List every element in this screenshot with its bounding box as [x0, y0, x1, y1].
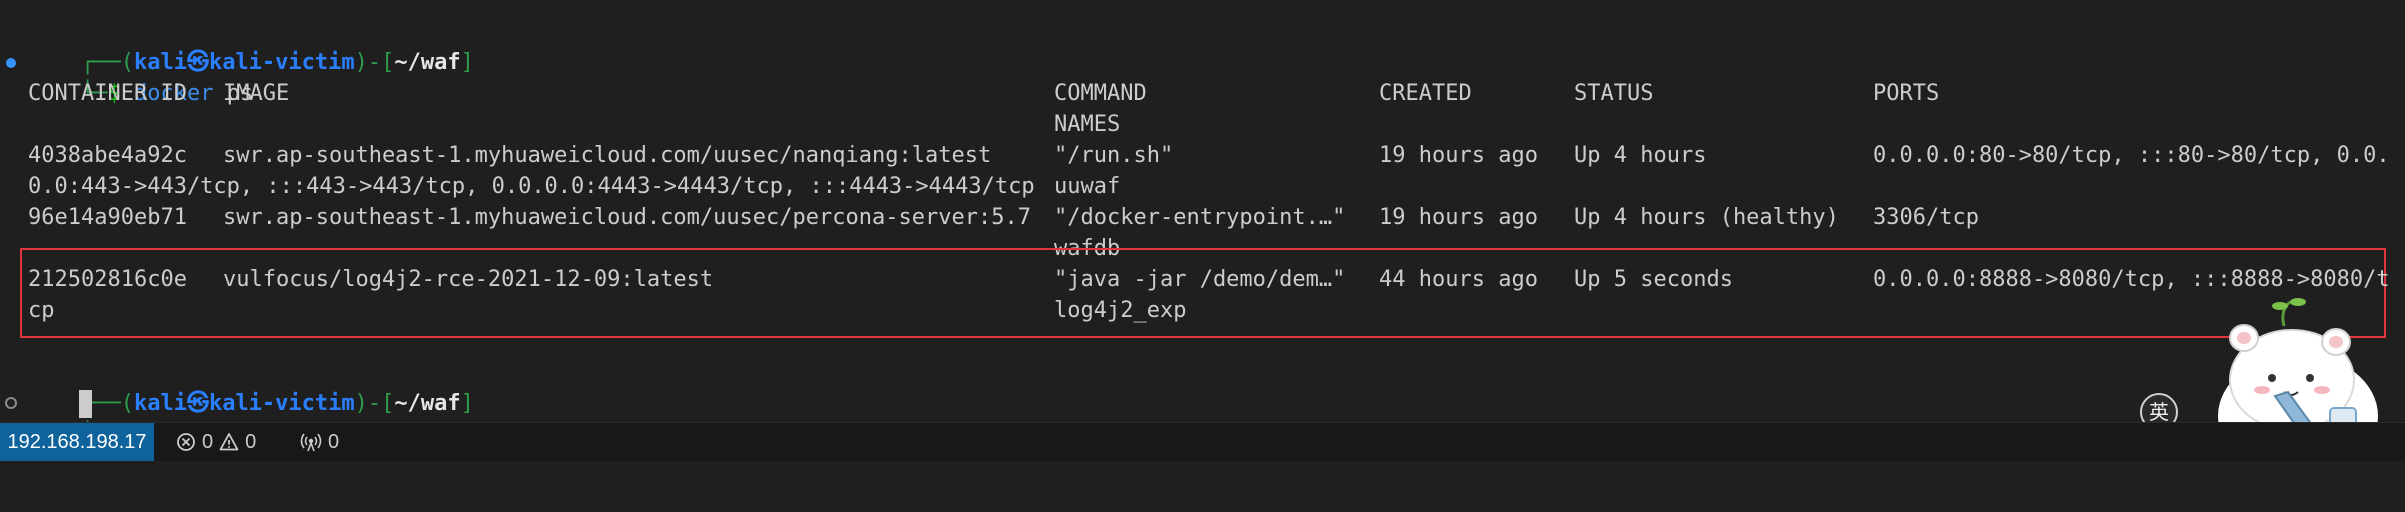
container-id: 4038abe4a92c — [28, 143, 187, 168]
container-name: log4j2_exp — [1054, 298, 1187, 323]
prompt-user: kali㉿kali-victim — [133, 391, 355, 416]
prompt-path: ~/waf — [394, 391, 461, 416]
warning-count: 0 — [245, 431, 257, 453]
command-success-decoration[interactable] — [6, 58, 16, 68]
prompt-header: ┌──(kali㉿kali-victim)-[~/waf] — [28, 357, 474, 416]
container-name: uuwaf — [1054, 174, 1121, 199]
ports-count: 0 — [328, 431, 340, 453]
table-row: 96e14a90eb71 swr.ap-southeast-1.myhuawei… — [0, 202, 2405, 233]
header-status: STATUS — [1574, 81, 1654, 106]
container-ports: 3306/tcp — [1873, 205, 1979, 230]
container-ports: 0.0.0.0:8888->8080/tcp, :::8888->8080/t — [1873, 267, 2390, 292]
table-row-wrap: 0.0:443->443/tcp, :::443->443/tcp, 0.0.0… — [0, 171, 2405, 202]
container-image: vulfocus/log4j2-rce-2021-12-09:latest — [223, 267, 714, 292]
ports-indicator[interactable]: 0 — [300, 423, 339, 461]
container-ports-wrap: cp — [28, 298, 55, 323]
terminal-panel[interactable]: ┌──(kali㉿kali-victim)-[~/waf] └─$ docker… — [0, 0, 2405, 460]
container-ports: 0.0.0.0:80->80/tcp, :::80->80/tcp, 0.0. — [1873, 143, 2390, 168]
container-ports-wrap: 0.0:443->443/tcp, :::443->443/tcp, 0.0.0… — [28, 174, 1035, 199]
container-image: swr.ap-southeast-1.myhuaweicloud.com/uus… — [223, 205, 1031, 230]
header-image: IMAGE — [223, 81, 290, 106]
container-status: Up 4 hours — [1574, 143, 1707, 168]
container-created: 19 hours ago — [1379, 205, 1538, 230]
container-created: 44 hours ago — [1379, 267, 1538, 292]
status-bar: 192.168.198.17 0 0 0 — [0, 422, 2405, 461]
terminal-cursor[interactable] — [79, 390, 92, 418]
container-command: "/run.sh" — [1054, 143, 1174, 168]
table-header: CONTAINER ID IMAGE COMMAND CREATED STATU… — [0, 78, 2405, 109]
prompt-frame: ] — [460, 391, 474, 416]
container-command: "/docker-entrypoint.…" — [1054, 205, 1346, 230]
header-names: NAMES — [1054, 112, 1121, 137]
container-created: 19 hours ago — [1379, 143, 1538, 168]
container-id: 212502816c0e — [28, 267, 187, 292]
prompt-frame: )-[ — [354, 50, 395, 75]
command-pending-decoration[interactable] — [5, 397, 17, 409]
header-created: CREATED — [1379, 81, 1472, 106]
error-icon — [177, 433, 195, 451]
prompt-frame: ] — [460, 50, 474, 75]
header-ports: PORTS — [1873, 81, 1940, 106]
remote-indicator[interactable]: 192.168.198.17 — [0, 423, 154, 461]
broadcast-icon — [300, 433, 322, 452]
warning-icon — [219, 433, 239, 451]
container-image: swr.ap-southeast-1.myhuaweicloud.com/uus… — [223, 143, 992, 168]
table-row: 212502816c0e vulfocus/log4j2-rce-2021-12… — [0, 264, 2405, 295]
problems-indicator[interactable]: 0 0 — [176, 423, 256, 461]
prompt-header: ┌──(kali㉿kali-victim)-[~/waf] — [28, 16, 474, 75]
container-status: Up 5 seconds — [1574, 267, 1733, 292]
table-row-wrap: cp log4j2_exp — [0, 295, 2405, 326]
header-container-id: CONTAINER ID — [28, 81, 187, 106]
prompt-frame: )-[ — [354, 391, 395, 416]
prompt-path: ~/waf — [394, 50, 461, 75]
container-status: Up 4 hours (healthy) — [1574, 205, 1839, 230]
container-command: "java -jar /demo/dem…" — [1054, 267, 1346, 292]
table-row: 4038abe4a92c swr.ap-southeast-1.myhuawei… — [0, 140, 2405, 171]
header-command: COMMAND — [1054, 81, 1147, 106]
command-line: └─$ docker ps — [28, 47, 253, 106]
error-count: 0 — [202, 431, 214, 453]
container-id: 96e14a90eb71 — [28, 205, 187, 230]
